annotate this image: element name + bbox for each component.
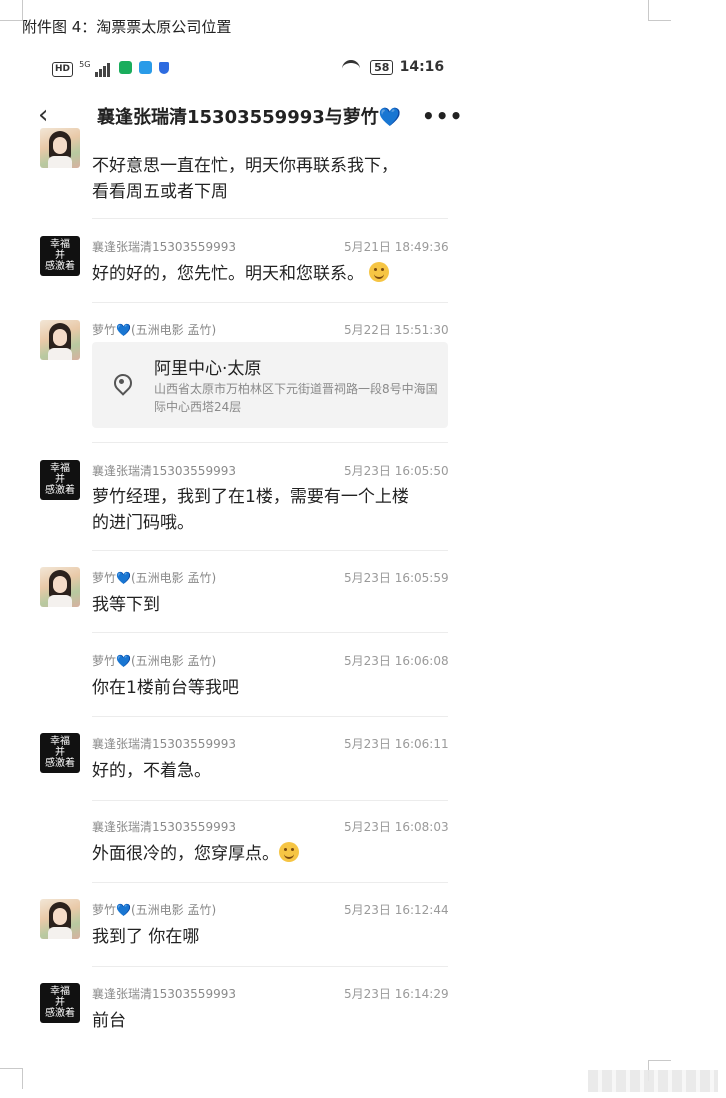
- signal-icon: [94, 60, 115, 77]
- avatar[interactable]: [40, 899, 80, 939]
- message-text: 你在1楼前台等我吧: [92, 678, 239, 698]
- chevron-left-icon[interactable]: ‹: [38, 100, 48, 130]
- message-text: 好的好的，您先忙。明天和您联系。: [92, 261, 390, 287]
- avatar[interactable]: 幸福并感激着: [40, 460, 80, 500]
- message-time: 5月22日 15:51:30: [344, 323, 449, 337]
- sender-name: 萝竹💙(五洲电影 孟竹): [92, 323, 217, 337]
- status-right: 58 14:16: [342, 59, 462, 77]
- location-card[interactable]: 阿里中心·太原 山西省太原市万柏林区下元街道晋祠路一段8号中海国际中心西塔24层: [92, 342, 448, 428]
- shield-icon: [159, 61, 170, 74]
- message-time: 5月23日 16:12:44: [344, 903, 449, 917]
- sender-name: 襄逢张瑞清15303559993: [92, 987, 236, 1001]
- document-caption: 附件图 4：淘票票太原公司位置: [22, 18, 232, 36]
- avatar[interactable]: 幸福并感激着: [40, 733, 80, 773]
- message-time: 5月23日 16:08:03: [344, 820, 449, 834]
- heart-icon: 💙: [116, 323, 131, 337]
- avatar[interactable]: 幸福并感激着: [40, 983, 80, 1023]
- app-icon-green: [118, 61, 132, 74]
- status-time: 14:16: [399, 59, 445, 75]
- laugh-emoji-icon: [279, 842, 299, 862]
- divider: [92, 442, 448, 443]
- avatar[interactable]: 幸福并感激着: [40, 236, 80, 276]
- heart-icon: 💙: [116, 654, 131, 668]
- sender-name: 萝竹💙(五洲电影 孟竹): [92, 654, 217, 668]
- divider: [92, 632, 448, 633]
- divider: [92, 716, 448, 717]
- message-time: 5月23日 16:05:50: [344, 464, 449, 478]
- location-title: 阿里中心·太原: [154, 359, 262, 379]
- more-icon[interactable]: •••: [422, 104, 463, 128]
- avatar[interactable]: [40, 128, 80, 168]
- message-text: 萝竹经理，我到了在1楼，需要有一个上楼 的进门码哦。: [92, 487, 409, 533]
- divider: [92, 218, 448, 219]
- message-time: 5月23日 16:06:08: [344, 654, 449, 668]
- divider: [92, 882, 448, 883]
- hd-badge: HD: [52, 62, 74, 77]
- message-text: 不好意思一直在忙，明天你再联系我下， 看看周五或者下周: [92, 156, 398, 202]
- corner-mark: [0, 0, 23, 21]
- chat-title: 襄逢张瑞清15303559993与萝竹💙: [97, 103, 401, 129]
- divider: [92, 800, 448, 801]
- sender-name: 襄逢张瑞清15303559993: [92, 240, 236, 254]
- heart-icon: 💙: [116, 903, 131, 917]
- sender-name: 萝竹💙(五洲电影 孟竹): [92, 571, 217, 585]
- battery-icon: 58: [370, 60, 394, 75]
- divider: [92, 550, 448, 551]
- sender-name: 襄逢张瑞清15303559993: [92, 820, 236, 834]
- avatar[interactable]: [40, 567, 80, 607]
- message-text: 好的，不着急。: [92, 761, 211, 781]
- message-time: 5月23日 16:06:11: [344, 737, 449, 751]
- app-icon-blue: [138, 61, 152, 74]
- chat-title-text: 襄逢张瑞清15303559993与萝竹: [97, 107, 379, 128]
- sender-name: 襄逢张瑞清15303559993: [92, 464, 236, 478]
- message-text: 前台: [92, 1011, 126, 1031]
- heart-icon: 💙: [116, 571, 131, 585]
- watermark: [588, 1070, 718, 1092]
- message-text: 我到了 你在哪: [92, 927, 200, 947]
- sender-name: 襄逢张瑞清15303559993: [92, 737, 236, 751]
- smile-emoji-icon: [369, 262, 390, 282]
- divider: [92, 966, 448, 967]
- corner-mark: [648, 0, 671, 21]
- heart-icon: 💙: [378, 107, 402, 128]
- sender-name: 萝竹💙(五洲电影 孟竹): [92, 903, 217, 917]
- wifi-icon: [342, 60, 360, 75]
- message-time: 5月21日 18:49:36: [344, 240, 449, 254]
- message-time: 5月23日 16:05:59: [344, 571, 449, 585]
- message-text: 我等下到: [92, 595, 160, 615]
- network-label: 5G: [79, 60, 91, 69]
- message-time: 5月23日 16:14:29: [344, 987, 449, 1001]
- divider: [92, 302, 448, 303]
- avatar[interactable]: [40, 320, 80, 360]
- corner-mark: [0, 1068, 23, 1089]
- location-address: 山西省太原市万柏林区下元街道晋祠路一段8号中海国际中心西塔24层: [154, 382, 438, 414]
- message-text: 外面很冷的，您穿厚点。: [92, 841, 299, 867]
